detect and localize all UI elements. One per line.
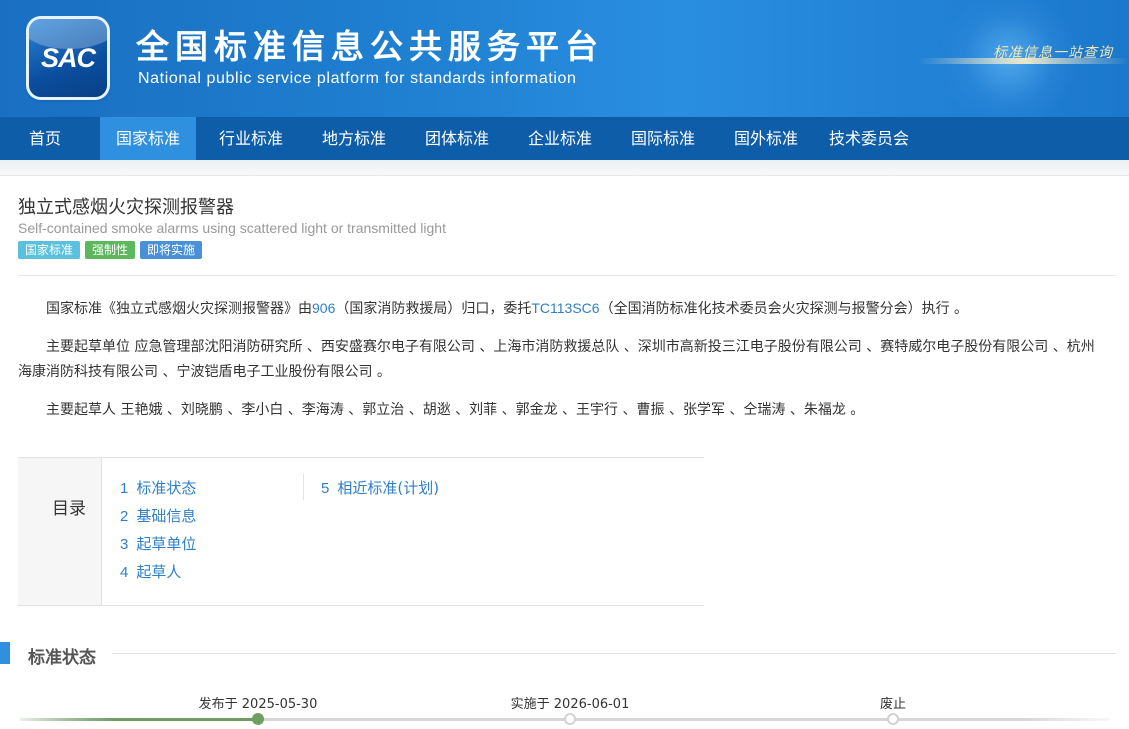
logo-text: SAC xyxy=(40,43,96,73)
drafters-paragraph: 主要起草人 王艳娥 、刘晓鹏 、李小白 、李海涛 、郭立治 、胡逖 、刘菲 、郭… xyxy=(46,402,865,418)
toc-item-label: 相近标准(计划) xyxy=(337,479,440,497)
section-accent-bar xyxy=(0,642,10,664)
toc-column-divider xyxy=(303,474,304,500)
nav-item-local-standard[interactable]: 地方标准 xyxy=(306,117,402,160)
toc-num: 1 xyxy=(120,480,129,497)
description-paragraph-1: 国家标准《独立式感烟火灾探测报警器》由906（国家消防救援局）归口，委托TC11… xyxy=(18,296,1108,322)
tag-mandatory: 强制性 xyxy=(85,241,136,259)
tc113sc6-link[interactable]: TC113SC6 xyxy=(531,300,599,316)
toc-item-drafters[interactable]: 4 起草人 xyxy=(120,561,181,582)
toc-item-basic-info[interactable]: 2 基础信息 xyxy=(120,505,196,526)
nav-item-international-standard[interactable]: 国际标准 xyxy=(615,117,711,160)
toc-num: 3 xyxy=(120,536,129,553)
tc-906-link[interactable]: 906 xyxy=(312,300,335,316)
p1-suffix: （全国消防标准化技术委员会火灾探测与报警分会）执行 。 xyxy=(599,301,969,317)
toc-item-drafting-units[interactable]: 3 起草单位 xyxy=(120,533,196,554)
site-title: 全国标准信息公共服务平台 xyxy=(136,27,604,66)
section-title-status: 标准状态 xyxy=(28,648,96,668)
timeline-progress xyxy=(20,718,258,721)
toc-item-label: 基础信息 xyxy=(136,507,197,525)
nav-item-home[interactable]: 首页 xyxy=(14,117,76,160)
timeline-node-effective xyxy=(564,713,576,725)
slogan: 标准信息一站查询 xyxy=(993,45,1113,61)
standard-title-en: Self-contained smoke alarms using scatte… xyxy=(18,220,446,236)
toc-label: 目录 xyxy=(52,499,86,519)
nav-item-national-standard[interactable]: 国家标准 xyxy=(100,117,196,160)
toc-item-status[interactable]: 1 标准状态 xyxy=(120,477,196,498)
nav-item-enterprise-standard[interactable]: 企业标准 xyxy=(512,117,608,160)
sac-logo[interactable]: SAC xyxy=(29,19,107,97)
nav-item-industry-standard[interactable]: 行业标准 xyxy=(203,117,299,160)
toc-num: 2 xyxy=(120,508,129,525)
p1-prefix: 国家标准《独立式感烟火灾探测报警器》由 xyxy=(46,301,312,317)
tag-upcoming: 即将实施 xyxy=(140,241,203,259)
timeline-node-published xyxy=(252,713,264,725)
toc-label-box: 目录 xyxy=(18,458,102,605)
standard-title: 独立式感烟火灾探测报警器 xyxy=(18,197,234,218)
drafting-units-paragraph: 主要起草单位 应急管理部沈阳消防研究所 、西安盛赛尔电子有限公司 、上海市消防救… xyxy=(18,339,1095,380)
nav-item-foreign-standard[interactable]: 国外标准 xyxy=(718,117,814,160)
timeline-label-effective: 实施于 2026-06-01 xyxy=(510,697,630,712)
toc-item-label: 起草人 xyxy=(136,563,182,581)
nav-item-tech-committee[interactable]: 技术委员会 xyxy=(821,117,917,160)
nav-item-group-standard[interactable]: 团体标准 xyxy=(409,117,505,160)
divider xyxy=(18,275,1116,276)
standard-tags: 国家标准 强制性 即将实施 xyxy=(18,241,203,259)
toc-item-label: 起草单位 xyxy=(136,535,197,553)
timeline-node-abolished xyxy=(887,713,899,725)
p1-mid: （国家消防救援局）归口，委托 xyxy=(335,301,532,317)
tag-national: 国家标准 xyxy=(18,241,81,259)
timeline-label-published: 发布于 2025-05-30 xyxy=(198,697,318,712)
site-subtitle: National public service platform for sta… xyxy=(138,70,577,87)
table-of-contents: 目录 1 标准状态 2 基础信息 3 起草单位 4 起草人 5 相近标准(计划) xyxy=(18,457,704,606)
toc-item-label: 标准状态 xyxy=(136,479,197,497)
toc-item-similar-standards[interactable]: 5 相近标准(计划) xyxy=(321,477,439,498)
site-header: SAC 全国标准信息公共服务平台 National public service… xyxy=(0,0,1129,117)
section-divider xyxy=(112,653,1116,654)
main-nav: 首页 国家标准 行业标准 地方标准 团体标准 企业标准 国际标准 国外标准 技术… xyxy=(0,117,1129,160)
timeline-label-abolished: 废止 xyxy=(879,697,907,712)
toc-num: 4 xyxy=(120,564,129,581)
nav-shadow xyxy=(0,160,1129,176)
toc-num: 5 xyxy=(321,480,330,497)
